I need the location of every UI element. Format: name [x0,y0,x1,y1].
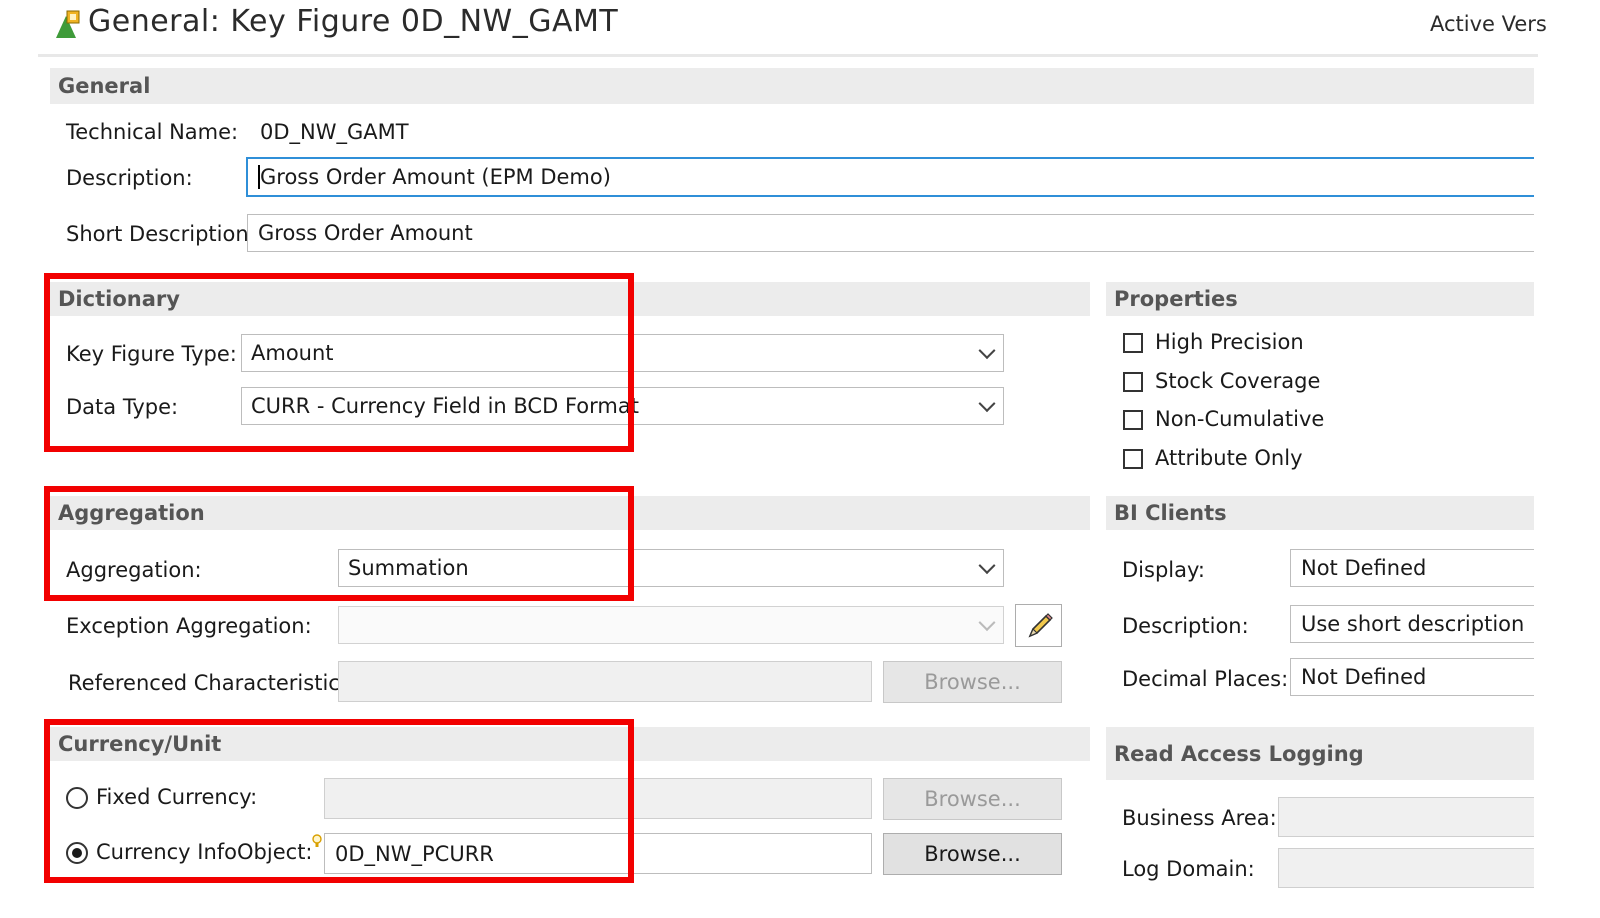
technical-name-label: Technical Name: [66,120,239,144]
chevron-down-icon [978,614,996,632]
exception-aggregation-label: Exception Aggregation: [66,614,312,638]
referenced-characteristic-input[interactable] [338,661,872,702]
version-status: Active Vers [1430,12,1547,36]
log-domain-input[interactable] [1278,848,1534,888]
properties-section-title: Properties [1114,287,1238,311]
fixed-currency-input[interactable] [324,778,872,819]
currency-infoobject-value: 0D_NW_PCURR [335,841,494,866]
chevron-down-icon [978,557,996,575]
exception-aggregation-select[interactable] [338,606,1004,644]
editor-title: General: Key Figure 0D_NW_GAMT [88,4,619,39]
decimal-places-label: Decimal Places: [1122,667,1289,691]
business-area-label: Business Area: [1122,806,1277,830]
read-access-logging-section-title: Read Access Logging [1114,741,1364,766]
data-type-label: Data Type: [66,395,179,419]
dictionary-section-header: Dictionary [50,282,1090,316]
short-description-input-value: Gross Order Amount [258,221,473,245]
decimal-places-select[interactable]: Not Defined [1290,658,1534,696]
browse-button-label: Browse... [924,842,1021,866]
currency-infoobject-radio[interactable] [66,842,88,864]
properties-section-header: Properties [1106,282,1534,316]
attribute-only-label: Attribute Only [1155,446,1303,470]
currency-unit-section-title: Currency/Unit [58,732,222,756]
data-type-value: CURR - Currency Field in BCD Format [251,394,639,418]
chevron-down-icon [978,342,996,360]
title-divider [38,54,1538,57]
stock-coverage-label: Stock Coverage [1155,369,1321,393]
bi-description-value: Use short description [1301,612,1525,636]
display-value: Not Defined [1301,556,1427,580]
browse-fixed-currency-button[interactable]: Browse... [883,778,1062,820]
high-precision-label: High Precision [1155,330,1304,354]
description-input-value: Gross Order Amount (EPM Demo) [260,165,611,189]
aggregation-select[interactable]: Summation [338,549,1004,587]
data-type-select[interactable]: CURR - Currency Field in BCD Format [241,387,1004,425]
read-access-logging-section-header: Read Access Logging [1106,727,1534,780]
aggregation-value: Summation [348,556,469,580]
referenced-characteristic-label: Referenced Characteristic: [68,671,347,695]
short-description-input[interactable]: Gross Order Amount [247,214,1534,252]
checkbox-box[interactable] [1123,410,1143,430]
display-label: Display: [1122,558,1205,582]
non-cumulative-label: Non-Cumulative [1155,407,1325,431]
aggregation-label: Aggregation: [66,558,202,582]
bi-description-label: Description: [1122,614,1249,638]
content-assist-bulb-icon [311,831,323,855]
bi-clients-section-header: BI Clients [1106,496,1534,530]
checkbox-box[interactable] [1123,333,1143,353]
checkbox-box[interactable] [1123,372,1143,392]
browse-referenced-characteristic-button[interactable]: Browse... [883,661,1062,703]
aggregation-section-header: Aggregation [50,496,1090,530]
currency-unit-section-header: Currency/Unit [50,727,1090,761]
short-description-label: Short Description: [66,222,256,246]
business-area-input[interactable] [1278,797,1534,837]
general-section-header: General [50,68,1534,104]
general-section-title: General [58,74,151,98]
checkbox-box[interactable] [1123,449,1143,469]
browse-button-label: Browse... [924,787,1021,811]
technical-name-value: 0D_NW_GAMT [260,120,409,144]
bi-description-select[interactable]: Use short description [1290,605,1534,643]
browse-currency-infoobject-button[interactable]: Browse... [883,833,1062,875]
decimal-places-value: Not Defined [1301,665,1427,689]
browse-button-label: Browse... [924,670,1021,694]
key-figure-icon [52,10,80,40]
key-figure-type-label: Key Figure Type: [66,342,237,366]
pencil-icon [1028,613,1053,638]
currency-infoobject-input[interactable]: 0D_NW_PCURR [324,833,872,874]
currency-infoobject-label: Currency InfoObject: [96,840,313,864]
fixed-currency-label: Fixed Currency: [96,785,258,809]
fixed-currency-radio[interactable] [66,787,88,809]
description-label: Description: [66,166,193,190]
bi-clients-section-title: BI Clients [1114,501,1227,525]
aggregation-section-title: Aggregation [58,501,205,525]
key-figure-type-value: Amount [251,341,334,365]
log-domain-label: Log Domain: [1122,857,1255,881]
description-input[interactable]: Gross Order Amount (EPM Demo) [246,157,1534,197]
chevron-down-icon [978,395,996,413]
display-select[interactable]: Not Defined [1290,549,1534,587]
key-figure-type-select[interactable]: Amount [241,334,1004,372]
dictionary-section-title: Dictionary [58,287,180,311]
edit-exception-aggregation-button[interactable] [1015,604,1062,647]
